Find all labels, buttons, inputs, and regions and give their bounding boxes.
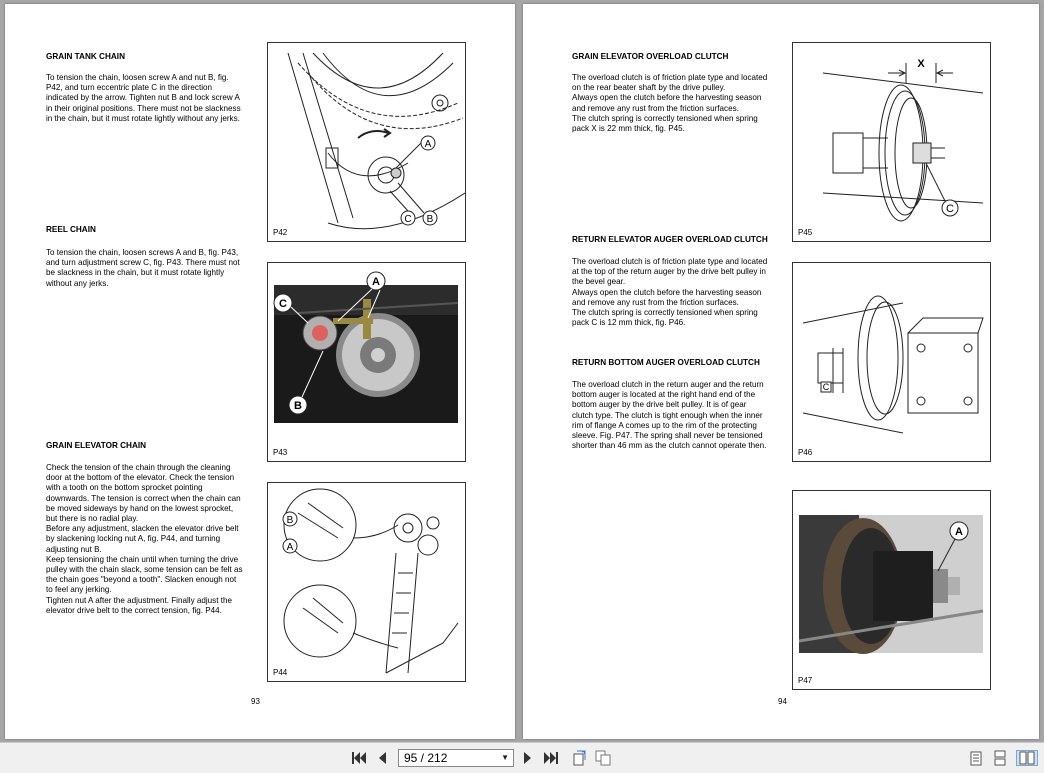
copy-icon — [595, 750, 611, 766]
callout-b: B — [427, 214, 434, 225]
figure-p42: A B C P42 — [267, 42, 466, 242]
figure-label-p47: P47 — [798, 676, 813, 685]
continuous-view-button[interactable] — [992, 750, 1008, 766]
figure-label-p42: P42 — [273, 228, 288, 237]
page-number-select[interactable]: 95 / 212 ▼ — [398, 749, 514, 767]
figure-p44: B A P44 — [267, 482, 466, 682]
heading-grain-tank-chain: GRAIN TANK CHAIN — [46, 52, 125, 61]
callout-a: A — [955, 526, 963, 538]
callout-c: C — [279, 298, 287, 310]
chevron-down-icon: ▼ — [501, 753, 509, 762]
callout-c: C — [404, 214, 411, 225]
callout-b: B — [294, 400, 302, 412]
figure-p43: A B C P43 — [267, 262, 466, 462]
heading-return-bottom-auger-overload-clutch: RETURN BOTTOM AUGER OVERLOAD CLUTCH — [572, 358, 760, 367]
two-page-view-button[interactable] — [1016, 750, 1038, 766]
body-return-elevator-auger-overload-clutch: The overload clutch is of friction plate… — [572, 257, 768, 328]
next-page-button[interactable] — [520, 750, 536, 766]
document-page-left: GRAIN TANK CHAIN To tension the chain, l… — [5, 4, 515, 739]
body-grain-tank-chain: To tension the chain, loosen screw A and… — [46, 73, 241, 123]
body-reel-chain: To tension the chain, loosen screws A an… — [46, 248, 240, 288]
continuous-view-icon — [994, 750, 1006, 766]
grain-tank-chain-drawing: A B C — [287, 52, 465, 230]
body-return-bottom-auger-overload-clutch: The overload clutch in the return auger … — [572, 380, 767, 451]
two-page-view-icon — [1019, 751, 1035, 765]
callout-a: A — [425, 139, 432, 150]
page-number-right: 94 — [778, 697, 787, 706]
page-number-left: 93 — [251, 697, 260, 706]
figure-label-p44: P44 — [273, 668, 288, 677]
grain-elevator-chain-drawing: B A — [282, 488, 459, 674]
viewer-toolbar: 95 / 212 ▼ — [0, 742, 1044, 773]
callout-x: X — [917, 58, 925, 70]
callout-c: C — [946, 203, 954, 215]
single-page-view-button[interactable] — [968, 750, 984, 766]
figure-label-p46: P46 — [798, 448, 813, 457]
callout-c: C — [823, 382, 830, 392]
page-indicator: 95 / 212 — [404, 751, 448, 765]
last-page-icon — [544, 752, 558, 764]
heading-return-elevator-auger-overload-clutch: RETURN ELEVATOR AUGER OVERLOAD CLUTCH — [572, 235, 768, 244]
figure-p45: X C P45 — [792, 42, 991, 242]
document-page-right: GRAIN ELEVATOR OVERLOAD CLUTCH The overl… — [523, 4, 1039, 739]
heading-grain-elevator-overload-clutch: GRAIN ELEVATOR OVERLOAD CLUTCH — [572, 52, 729, 61]
fit-page-icon — [573, 750, 586, 766]
callout-b: B — [287, 515, 294, 526]
return-elevator-auger-clutch-drawing: C — [802, 295, 984, 434]
callout-a: A — [372, 276, 380, 288]
heading-grain-elevator-chain: GRAIN ELEVATOR CHAIN — [46, 441, 147, 450]
grain-elevator-overload-clutch-drawing: X C — [822, 58, 984, 222]
figure-label-p43: P43 — [273, 448, 288, 457]
rotate-page-button[interactable] — [570, 750, 588, 766]
figure-label-p45: P45 — [798, 228, 813, 237]
next-page-icon — [524, 752, 531, 764]
copy-page-button[interactable] — [594, 750, 612, 766]
previous-page-button[interactable] — [374, 750, 390, 766]
body-grain-elevator-chain: Check the tension of the chain through t… — [46, 463, 243, 615]
reel-chain-photo: A B C — [273, 271, 459, 423]
callout-a: A — [287, 542, 294, 553]
figure-p46: C P46 — [792, 262, 991, 462]
body-grain-elevator-overload-clutch: The overload clutch is of friction plate… — [572, 73, 768, 134]
heading-reel-chain: REEL CHAIN — [46, 225, 96, 234]
last-page-button[interactable] — [542, 750, 560, 766]
return-bottom-auger-clutch-photo: A — [798, 515, 984, 654]
first-page-icon — [352, 752, 366, 764]
figure-p47: A P47 — [792, 490, 991, 690]
single-page-view-icon — [970, 751, 982, 765]
first-page-button[interactable] — [350, 750, 368, 766]
previous-page-icon — [379, 752, 386, 764]
